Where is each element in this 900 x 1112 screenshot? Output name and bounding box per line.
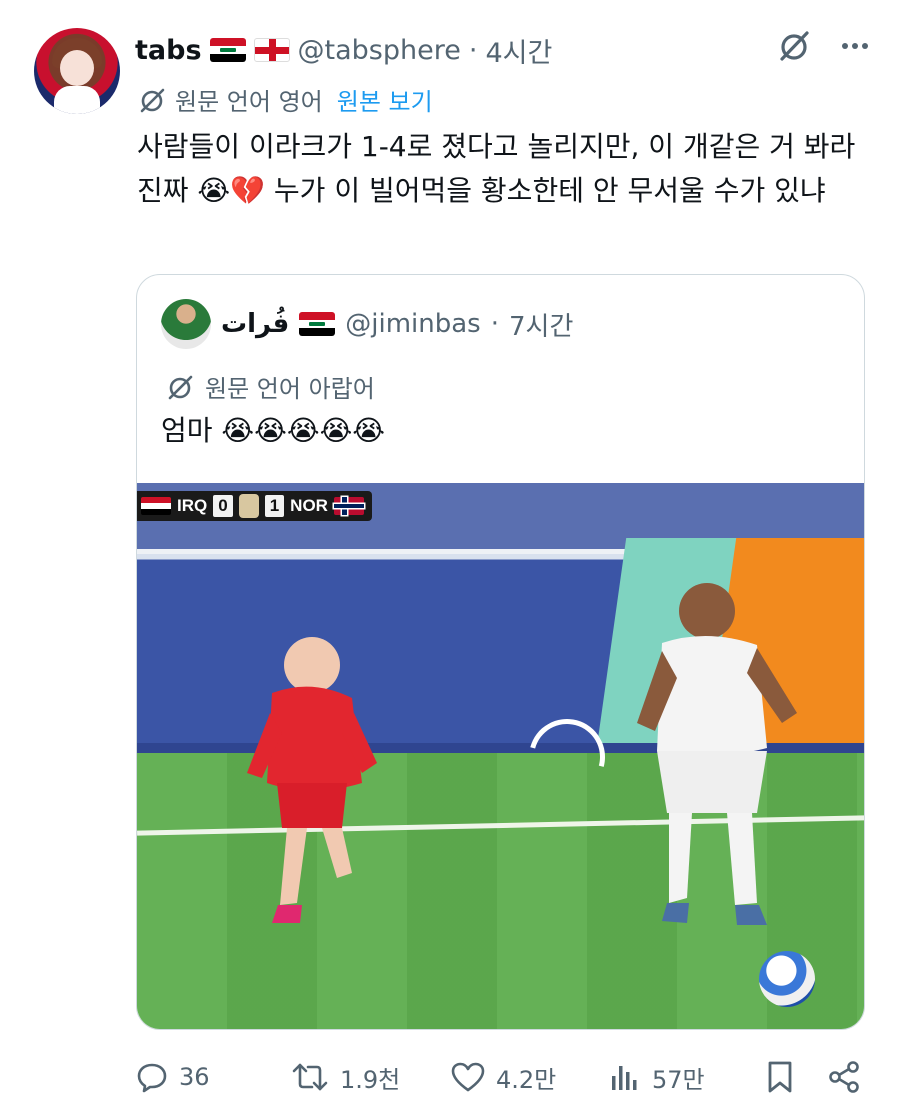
scoreboard-left-team: IRQ <box>177 496 208 515</box>
like-icon <box>450 1060 486 1094</box>
author-avatar[interactable] <box>34 28 120 114</box>
views-icon <box>608 1060 642 1094</box>
reply-count: 36 <box>179 1063 210 1091</box>
scoreboard: IRQ 0 1 NOR <box>137 491 372 521</box>
translate-label: 원문 언어 영어 <box>175 88 323 116</box>
tweet-header: tabs @tabsphere · 4시간 <box>135 30 552 70</box>
tweet-time[interactable]: 4시간 <box>485 31 552 70</box>
author-handle[interactable]: @tabsphere <box>298 35 461 66</box>
player-red-kit <box>247 637 377 923</box>
quote-header-separator: · <box>490 309 499 339</box>
avatar-face <box>60 50 94 86</box>
show-original-link[interactable]: 원본 보기 <box>337 82 433 117</box>
england-flag-icon <box>253 38 290 62</box>
tweet-text: 사람들이 이라크가 1-4로 졌다고 놀리지만, 이 개같은 거 봐라 진짜 😭… <box>137 130 856 207</box>
translate-icon <box>137 85 167 115</box>
tweet-top-actions <box>776 28 870 64</box>
quote-header: فُرات @jiminbas · 7시간 <box>161 299 573 349</box>
quote-author-name[interactable]: فُرات <box>221 309 289 339</box>
scoreboard-left-score: 0 <box>213 495 233 517</box>
scoreboard-right-team: NOR <box>290 496 328 515</box>
norway-flag-icon <box>333 497 364 515</box>
video-player[interactable]: IRQ 0 1 NOR <box>137 483 864 1029</box>
share-icon <box>827 1060 861 1094</box>
share-button[interactable] <box>827 1054 861 1100</box>
repost-button[interactable]: 1.9천 <box>290 1054 400 1100</box>
tweet-actions: 36 1.9천 4.2만 57만 <box>135 1054 870 1100</box>
bookmark-icon <box>765 1060 795 1094</box>
iraq-flag-icon <box>141 497 171 515</box>
trophy-icon <box>238 494 259 518</box>
quoted-tweet[interactable]: فُرات @jiminbas · 7시간 원문 언어 아랍어 엄마 😭😭😭😭😭… <box>136 274 865 1030</box>
views-button[interactable]: 57만 <box>608 1054 705 1100</box>
iraq-flag-icon <box>209 38 246 62</box>
grok-icon[interactable] <box>776 28 812 64</box>
quote-translate-label: 원문 언어 아랍어 <box>205 375 375 403</box>
view-count: 57만 <box>652 1065 705 1094</box>
repost-count: 1.9천 <box>340 1065 401 1094</box>
player-white-kit <box>637 583 797 925</box>
author-name[interactable]: tabs <box>135 35 202 66</box>
iraq-flag-icon <box>299 312 336 336</box>
scoreboard-right-score: 1 <box>264 495 285 517</box>
repost-icon <box>290 1060 330 1094</box>
translation-notice: 원문 언어 영어 원본 보기 <box>137 82 433 117</box>
quote-translation-notice: 원문 언어 아랍어 <box>165 369 375 404</box>
quote-author-avatar[interactable] <box>161 299 211 349</box>
quote-text: 엄마 😭😭😭😭😭 <box>161 414 386 447</box>
like-count: 4.2만 <box>496 1065 557 1094</box>
football <box>759 951 815 1007</box>
avatar-body <box>54 86 100 114</box>
more-icon[interactable] <box>840 31 870 61</box>
header-separator: · <box>468 34 478 66</box>
reply-icon <box>135 1060 169 1094</box>
reply-button[interactable]: 36 <box>135 1054 210 1100</box>
quote-time[interactable]: 7시간 <box>509 306 573 343</box>
like-button[interactable]: 4.2만 <box>450 1054 556 1100</box>
translate-icon <box>165 372 195 402</box>
bookmark-button[interactable] <box>765 1054 795 1100</box>
quote-author-handle[interactable]: @jiminbas <box>345 309 480 339</box>
